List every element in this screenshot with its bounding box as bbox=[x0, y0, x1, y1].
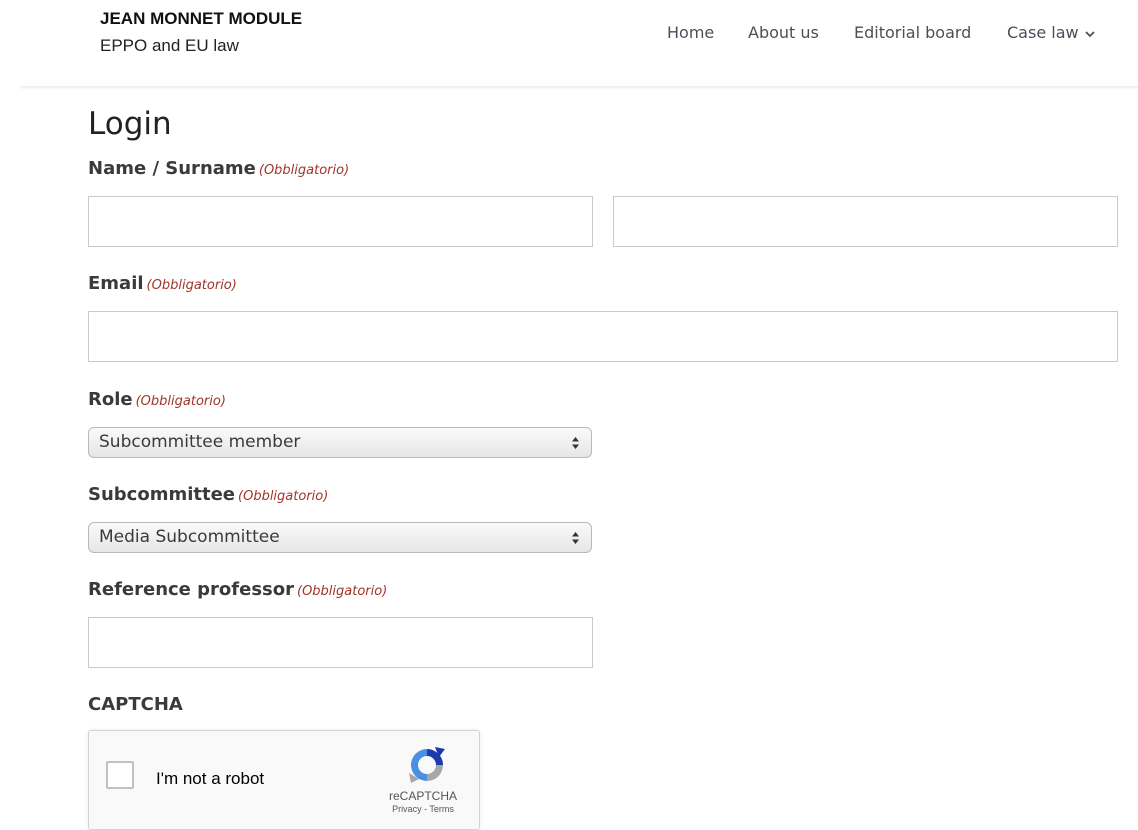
page-title: Login bbox=[88, 106, 172, 142]
nav-item-case-law-label: Case law bbox=[1007, 23, 1079, 42]
nav-item-editorial-board[interactable]: Editorial board bbox=[854, 23, 971, 42]
email-label-text: Email bbox=[88, 273, 144, 294]
recaptcha-terms-link[interactable]: Terms bbox=[429, 804, 454, 814]
chevron-down-icon bbox=[1084, 30, 1095, 37]
recaptcha-logo-icon bbox=[409, 747, 445, 783]
subcommittee-label-text: Subcommittee bbox=[88, 484, 236, 505]
reference-professor-input[interactable] bbox=[88, 617, 593, 668]
recaptcha-privacy-link[interactable]: Privacy bbox=[392, 804, 422, 814]
role-select-value: Subcommittee member bbox=[99, 432, 301, 452]
subcommittee-select[interactable]: Media Subcommittee bbox=[88, 522, 592, 553]
select-arrows-icon bbox=[572, 532, 579, 544]
nav-item-home[interactable]: Home bbox=[667, 23, 714, 42]
site-header: JEAN MONNET MODULE EPPO and EU law Home … bbox=[0, 0, 1138, 88]
required-marker: (Obbligatorio) bbox=[135, 394, 226, 409]
email-input[interactable] bbox=[88, 311, 1118, 362]
captcha-label: CAPTCHA bbox=[88, 694, 183, 715]
header-divider bbox=[20, 86, 1138, 90]
recaptcha-links: Privacy - Terms bbox=[379, 804, 467, 814]
reference-professor-label-text: Reference professor bbox=[88, 579, 294, 600]
required-marker: (Obbligatorio) bbox=[297, 584, 388, 599]
required-marker: (Obbligatorio) bbox=[146, 278, 237, 293]
required-marker: (Obbligatorio) bbox=[238, 489, 329, 504]
role-select[interactable]: Subcommittee member bbox=[88, 427, 592, 458]
recaptcha-label: I'm not a robot bbox=[156, 769, 265, 788]
recaptcha-checkbox[interactable] bbox=[106, 761, 134, 789]
recaptcha-widget: I'm not a robot reCAPTCHA Privacy - Term… bbox=[88, 730, 480, 830]
main-nav: Home About us Editorial board Case law bbox=[0, 23, 1138, 45]
recaptcha-brand: reCAPTCHA bbox=[388, 789, 457, 803]
email-label: Email (Obbligatorio) bbox=[88, 273, 237, 294]
role-label-text: Role bbox=[88, 389, 133, 410]
nav-item-about-us[interactable]: About us bbox=[748, 23, 819, 42]
role-label: Role (Obbligatorio) bbox=[88, 389, 226, 410]
first-name-input[interactable] bbox=[88, 196, 593, 247]
name-label-text: Name / Surname bbox=[88, 158, 256, 179]
nav-item-case-law[interactable]: Case law bbox=[1007, 23, 1095, 42]
name-label: Name / Surname (Obbligatorio) bbox=[88, 158, 349, 179]
select-arrows-icon bbox=[572, 437, 579, 449]
required-marker: (Obbligatorio) bbox=[258, 163, 350, 178]
subcommittee-label: Subcommittee (Obbligatorio) bbox=[88, 484, 328, 505]
last-name-input[interactable] bbox=[613, 196, 1118, 247]
reference-professor-label: Reference professor (Obbligatorio) bbox=[88, 579, 387, 600]
subcommittee-select-value: Media Subcommittee bbox=[99, 527, 280, 547]
